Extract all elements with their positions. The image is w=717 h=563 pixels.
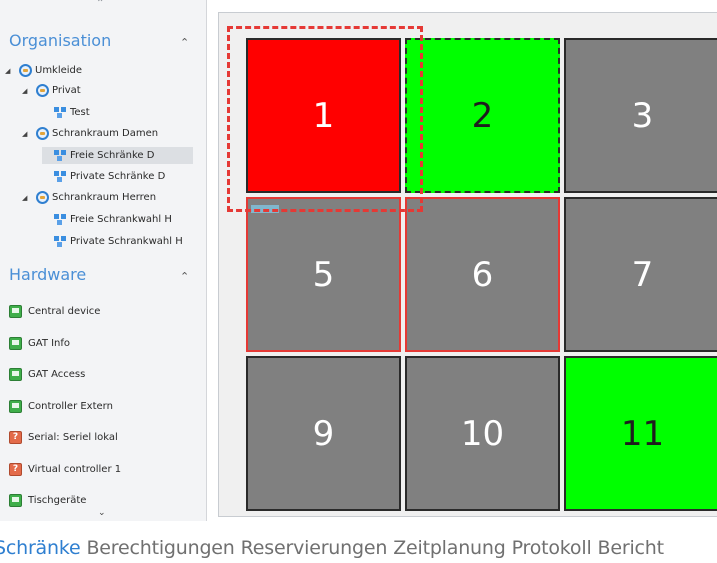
hardware-item-label: Controller Extern	[28, 401, 113, 412]
tab-zeitplanung[interactable]: Zeitplanung	[393, 537, 506, 559]
group-icon	[19, 64, 32, 77]
locker-number: 6	[471, 254, 494, 295]
locker-group-icon	[54, 149, 67, 162]
locker-group-icon	[54, 170, 67, 183]
locker-tile-7[interactable]: 7	[564, 197, 717, 352]
locker-number: 7	[631, 254, 654, 295]
scroll-down-icon[interactable]: ⌄	[98, 507, 106, 518]
locker-tile-10[interactable]: 10	[405, 356, 560, 511]
unknown-device-icon: ?	[9, 463, 22, 476]
hardware-item-label: Central device	[28, 306, 101, 317]
tree-item-label: Schrankraum Damen	[52, 128, 159, 139]
tree-item-label: Private Schränke D	[70, 171, 166, 182]
hardware-item-serial[interactable]: ? Serial: Seriel lokal	[9, 431, 118, 444]
unknown-device-icon: ?	[9, 431, 22, 444]
tree-item-label: Private Schrankwahl H	[70, 236, 183, 247]
tree-item-label: Privat	[52, 85, 81, 96]
device-icon	[9, 368, 22, 381]
hardware-item-virtual-controller[interactable]: ? Virtual controller 1	[9, 463, 121, 476]
hardware-item-label: Virtual controller 1	[28, 464, 122, 475]
hardware-item-label: GAT Info	[28, 338, 71, 349]
tree-item-privat[interactable]: ◢ Privat	[22, 82, 81, 99]
tab-berechtigungen[interactable]: Berechtigungen	[86, 537, 234, 559]
tab-reservierungen[interactable]: Reservierungen	[241, 537, 388, 559]
locker-number: 1	[312, 95, 335, 136]
tab-schraenke[interactable]: Schränke	[0, 537, 81, 559]
hardware-item-gat-access[interactable]: GAT Access	[9, 368, 85, 381]
collapse-organisation-icon[interactable]: ⌃	[180, 36, 189, 49]
tree-item-label: Test	[70, 107, 90, 118]
device-icon	[9, 494, 22, 507]
hardware-item-gat-info[interactable]: GAT Info	[9, 337, 70, 350]
hardware-item-label: Serial: Seriel lokal	[28, 432, 118, 443]
tree-item-test[interactable]: Test	[54, 104, 90, 121]
tab-protokoll[interactable]: Protokoll	[512, 537, 592, 559]
hardware-item-controller-extern[interactable]: Controller Extern	[9, 400, 113, 413]
expander-icon[interactable]: ◢	[22, 130, 32, 138]
locker-group-icon	[54, 235, 67, 248]
tree-item-schrankraum-damen[interactable]: ◢ Schrankraum Damen	[22, 125, 158, 142]
tree-item-label: Umkleide	[35, 65, 83, 76]
expander-icon[interactable]: ◢	[5, 67, 15, 75]
locker-tile-3[interactable]: 3	[564, 38, 717, 193]
hardware-item-label: GAT Access	[28, 369, 86, 380]
drag-handle[interactable]	[251, 205, 279, 213]
locker-tile-5[interactable]: 5	[246, 197, 401, 352]
tree-item-umkleide[interactable]: ◢ Umkleide	[5, 62, 82, 79]
tab-bar: Schränke Berechtigungen Reservierungen Z…	[0, 533, 711, 563]
tree-item-schrankraum-herren[interactable]: ◢ Schrankraum Herren	[22, 189, 156, 206]
locker-tile-1[interactable]: 1	[246, 38, 401, 193]
tree-item-label: Freie Schränke D	[70, 150, 155, 161]
hardware-item-label: Tischgeräte	[28, 495, 87, 506]
tab-bericht[interactable]: Bericht	[598, 537, 665, 559]
hardware-item-tischgeraete[interactable]: Tischgeräte	[9, 494, 86, 507]
tree-item-private-schraenke-d[interactable]: Private Schränke D	[54, 168, 165, 185]
locker-tile-9[interactable]: 9	[246, 356, 401, 511]
locker-group-icon	[54, 213, 67, 226]
app-window: ⌃ Organisation ⌃ ◢ Umkleide ◢ Privat Tes…	[0, 0, 717, 563]
group-icon	[36, 84, 49, 97]
tree-item-label: Freie Schrankwahl H	[70, 214, 172, 225]
locker-number: 11	[620, 413, 665, 454]
scroll-up-icon[interactable]: ⌃	[96, 0, 104, 9]
collapse-hardware-icon[interactable]: ⌃	[180, 270, 189, 283]
locker-tile-11[interactable]: 11	[564, 356, 717, 511]
locker-number: 5	[312, 254, 335, 295]
organisation-header[interactable]: Organisation	[9, 31, 111, 50]
sidebar: ⌃ Organisation ⌃ ◢ Umkleide ◢ Privat Tes…	[0, 0, 207, 521]
locker-group-icon	[54, 106, 67, 119]
tree-item-freie-schraenke-d[interactable]: Freie Schränke D	[42, 147, 193, 164]
locker-number: 3	[631, 95, 654, 136]
tree-item-private-schrankwahl-h[interactable]: Private Schrankwahl H	[54, 233, 183, 250]
device-icon	[9, 337, 22, 350]
locker-tile-2[interactable]: 2	[405, 38, 560, 193]
device-icon	[9, 305, 22, 318]
locker-number: 9	[312, 413, 335, 454]
tree-item-freie-schrankwahl-h[interactable]: Freie Schrankwahl H	[54, 211, 172, 228]
expander-icon[interactable]: ◢	[22, 87, 32, 95]
hardware-item-central-device[interactable]: Central device	[9, 305, 100, 318]
hardware-header[interactable]: Hardware	[9, 265, 86, 284]
expander-icon[interactable]: ◢	[22, 194, 32, 202]
locker-number: 10	[460, 413, 505, 454]
device-icon	[9, 400, 22, 413]
tree-item-label: Schrankraum Herren	[52, 192, 157, 203]
locker-number: 2	[471, 95, 494, 136]
group-icon	[36, 191, 49, 204]
locker-tile-6[interactable]: 6	[405, 197, 560, 352]
group-icon	[36, 127, 49, 140]
